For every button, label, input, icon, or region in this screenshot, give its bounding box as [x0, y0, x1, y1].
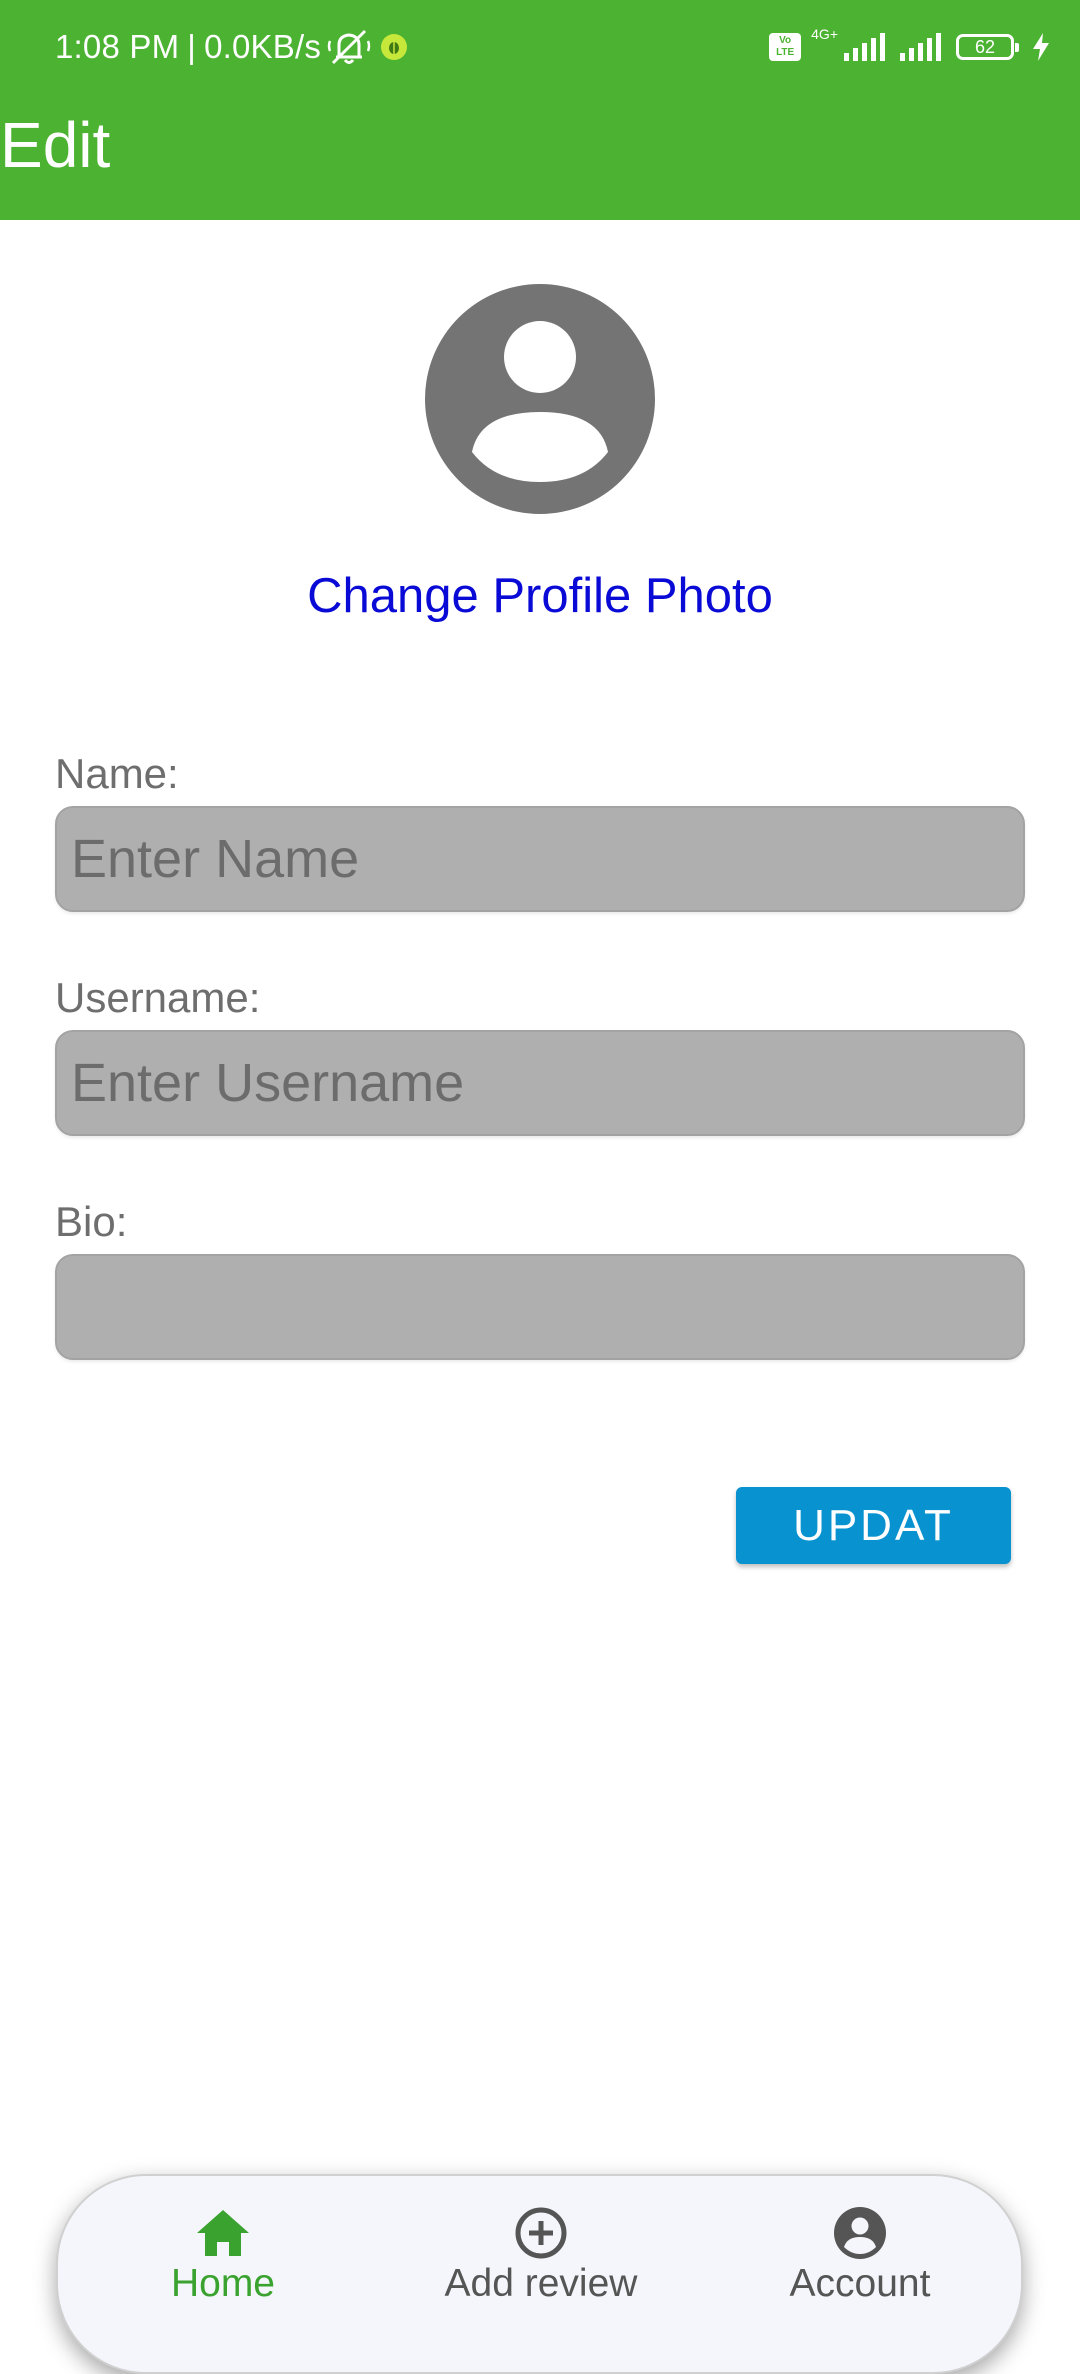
- account-circle-icon: [834, 2207, 886, 2259]
- nav-label-home: Home: [170, 2262, 276, 2305]
- add-circle-icon: [515, 2207, 567, 2259]
- name-input[interactable]: [55, 806, 1025, 912]
- avatar[interactable]: [425, 284, 655, 514]
- volte-icon: Vo LTE: [769, 33, 802, 61]
- nav-label-account: Account: [789, 2262, 931, 2305]
- status-bar: 1:08 PM | 0.0KB/s Vo LTE 4G+ 62: [0, 0, 1080, 95]
- status-time: 1:08 PM: [55, 28, 180, 65]
- change-profile-photo-link[interactable]: Change Profile Photo: [0, 565, 1080, 627]
- signal-strength-2-icon: [900, 33, 941, 61]
- status-left: 1:08 PM | 0.0KB/s: [55, 24, 411, 70]
- update-button[interactable]: UPDAT: [736, 1487, 1011, 1564]
- name-label: Name:: [55, 750, 179, 797]
- home-icon: [197, 2210, 249, 2256]
- status-speed: 0.0KB/s: [204, 28, 322, 65]
- status-separator: |: [187, 28, 197, 65]
- nav-item-home[interactable]: Home: [93, 2206, 353, 2306]
- battery-level: 62: [974, 37, 996, 57]
- mute-bell-icon: [327, 29, 371, 65]
- bio-label: Bio:: [55, 1198, 128, 1245]
- page-title: Edit: [0, 109, 111, 181]
- network-type: 4G+: [811, 26, 838, 42]
- status-right: Vo LTE 4G+ 62: [769, 24, 1052, 70]
- debug-bug-icon: [381, 34, 408, 60]
- signal-strength-icon: [844, 33, 885, 61]
- battery-icon: 62: [956, 34, 1019, 60]
- charging-bolt-icon: [1033, 33, 1049, 61]
- nav-item-add-review[interactable]: Add review: [411, 2206, 671, 2306]
- username-label: Username:: [55, 974, 261, 1021]
- nav-item-account[interactable]: Account: [730, 2206, 990, 2306]
- bio-input[interactable]: [55, 1254, 1025, 1360]
- top-app-bar: 1:08 PM | 0.0KB/s Vo LTE 4G+ 62 Edit: [0, 0, 1080, 220]
- nav-label-add-review: Add review: [444, 2262, 638, 2305]
- bottom-navigation: Home Add review Account: [56, 2174, 1023, 2374]
- username-input[interactable]: [55, 1030, 1025, 1136]
